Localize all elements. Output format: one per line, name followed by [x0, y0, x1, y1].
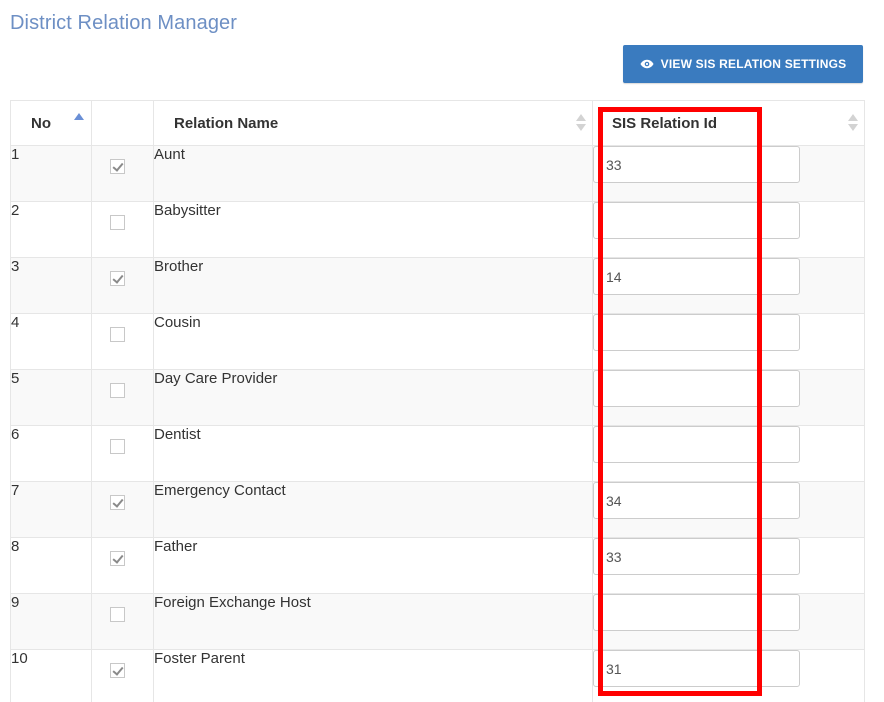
relation-name: Cousin — [153, 313, 593, 370]
row-checkbox-cell — [91, 537, 154, 594]
district-relation-manager-page: District Relation Manager VIEW SIS RELAT… — [0, 0, 884, 702]
table-row: 9 Foreign Exchange Host — [10, 593, 865, 650]
column-header-select — [91, 100, 154, 146]
row-checkbox[interactable] — [110, 551, 125, 566]
sis-relation-id-input[interactable] — [593, 202, 800, 239]
sis-relation-id-input[interactable] — [593, 258, 800, 295]
relation-name: Emergency Contact — [153, 481, 593, 538]
row-checkbox[interactable] — [110, 495, 125, 510]
table-row: 6 Dentist — [10, 425, 865, 482]
row-checkbox[interactable] — [110, 159, 125, 174]
row-checkbox[interactable] — [110, 383, 125, 398]
row-checkbox-cell — [91, 425, 154, 482]
table-row: 7 Emergency Contact — [10, 481, 865, 538]
row-checkbox[interactable] — [110, 607, 125, 622]
row-checkbox[interactable] — [110, 439, 125, 454]
column-header-no[interactable]: No — [10, 100, 92, 146]
column-header-relation-name-label: Relation Name — [174, 114, 279, 132]
sis-relation-id-cell — [592, 537, 865, 594]
row-checkbox[interactable] — [110, 663, 125, 678]
row-number: 7 — [10, 481, 92, 538]
relation-name: Babysitter — [153, 201, 593, 258]
row-number: 2 — [10, 201, 92, 258]
sis-relation-id-cell — [592, 481, 865, 538]
row-checkbox-cell — [91, 201, 154, 258]
relation-name: Foster Parent — [153, 649, 593, 702]
row-checkbox-cell — [91, 313, 154, 370]
row-number: 4 — [10, 313, 92, 370]
relation-name: Foreign Exchange Host — [153, 593, 593, 650]
sis-relation-id-input[interactable] — [593, 370, 800, 407]
view-sis-relation-settings-button[interactable]: VIEW SIS RELATION SETTINGS — [623, 45, 863, 83]
row-number: 10 — [10, 649, 92, 702]
sis-relation-id-cell — [592, 369, 865, 426]
relations-table: No Relation Name SIS Relation Id 1 Aunt 2 B… — [10, 100, 865, 702]
row-checkbox-cell — [91, 257, 154, 314]
row-checkbox[interactable] — [110, 215, 125, 230]
table-row: 10 Foster Parent — [10, 649, 865, 702]
row-checkbox-cell — [91, 649, 154, 702]
row-checkbox[interactable] — [110, 271, 125, 286]
row-number: 9 — [10, 593, 92, 650]
row-checkbox-cell — [91, 145, 154, 202]
sort-unsorted-icon — [576, 114, 586, 132]
sis-relation-id-cell — [592, 201, 865, 258]
row-number: 5 — [10, 369, 92, 426]
page-title: District Relation Manager — [10, 12, 238, 34]
relation-name: Brother — [153, 257, 593, 314]
row-number: 3 — [10, 257, 92, 314]
table-row: 3 Brother — [10, 257, 865, 314]
sis-relation-id-input[interactable] — [593, 314, 800, 351]
row-checkbox-cell — [91, 481, 154, 538]
column-header-sis-relation-id[interactable]: SIS Relation Id — [592, 100, 865, 146]
relation-name: Day Care Provider — [153, 369, 593, 426]
row-checkbox-cell — [91, 369, 154, 426]
eye-icon — [640, 59, 654, 69]
sort-ascending-icon — [74, 113, 84, 120]
row-number: 6 — [10, 425, 92, 482]
relation-name: Father — [153, 537, 593, 594]
sis-relation-id-input[interactable] — [593, 426, 800, 463]
sis-relation-id-input[interactable] — [593, 650, 800, 687]
table-row: 1 Aunt — [10, 145, 865, 202]
sis-relation-id-cell — [592, 313, 865, 370]
sis-relation-id-input[interactable] — [593, 146, 800, 183]
row-number: 1 — [10, 145, 92, 202]
sis-relation-id-input[interactable] — [593, 538, 800, 575]
sis-relation-id-input[interactable] — [593, 482, 800, 519]
table-header-row: No Relation Name SIS Relation Id — [10, 100, 865, 146]
column-header-sis-relation-id-label: SIS Relation Id — [612, 114, 718, 132]
table-row: 4 Cousin — [10, 313, 865, 370]
table-row: 2 Babysitter — [10, 201, 865, 258]
relation-name: Aunt — [153, 145, 593, 202]
table-row: 5 Day Care Provider — [10, 369, 865, 426]
view-sis-relation-settings-label: VIEW SIS RELATION SETTINGS — [660, 57, 847, 71]
sis-relation-id-cell — [592, 649, 865, 702]
sis-relation-id-input[interactable] — [593, 594, 800, 631]
sis-relation-id-cell — [592, 145, 865, 202]
row-number: 8 — [10, 537, 92, 594]
row-checkbox[interactable] — [110, 327, 125, 342]
sort-unsorted-icon — [848, 114, 858, 132]
sis-relation-id-cell — [592, 593, 865, 650]
sis-relation-id-cell — [592, 257, 865, 314]
row-checkbox-cell — [91, 593, 154, 650]
relation-name: Dentist — [153, 425, 593, 482]
column-header-relation-name[interactable]: Relation Name — [153, 100, 593, 146]
table-row: 8 Father — [10, 537, 865, 594]
sis-relation-id-cell — [592, 425, 865, 482]
